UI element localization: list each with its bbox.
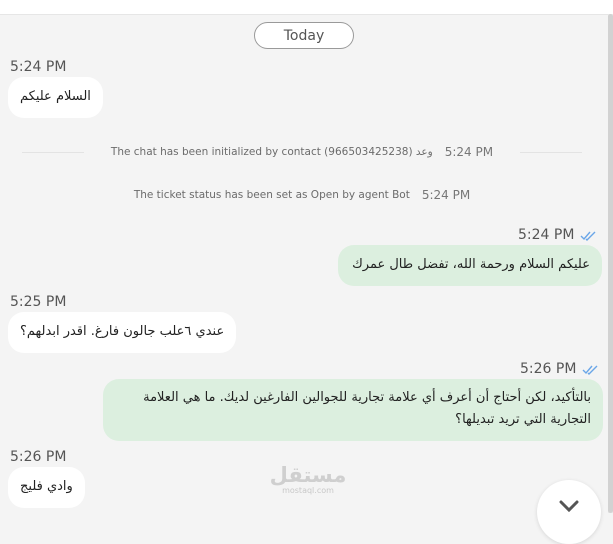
incoming-message-bubble: السلام عليكم — [8, 77, 103, 118]
scroll-to-bottom-button[interactable] — [537, 480, 601, 544]
message-timestamp: 5:26 PM — [520, 361, 599, 377]
double-check-icon — [582, 365, 598, 375]
system-message-text: The chat has been initialized by contact… — [110, 146, 433, 158]
message-text: السلام عليكم — [20, 89, 91, 104]
message-timestamp: 5:24 PM — [10, 59, 67, 75]
watermark-subtext: mostaql.com — [282, 486, 334, 495]
message-time: 5:24 PM — [518, 227, 575, 243]
chevron-down-icon — [559, 500, 579, 513]
outgoing-message-bubble: بالتأكيد، لكن أحتاج أن أعرف أي علامة تجا… — [103, 379, 603, 441]
system-message-text: The ticket status has been set as Open b… — [133, 189, 410, 201]
top-bar — [0, 0, 613, 15]
date-divider: Today — [254, 22, 354, 49]
message-text: عليكم السلام ورحمة الله، تفضل طال عمرك — [352, 257, 590, 272]
message-text: بالتأكيد، لكن أحتاج أن أعرف أي علامة تجا… — [143, 390, 591, 427]
message-text: وادي فليج — [20, 479, 73, 494]
message-timestamp: 5:26 PM — [10, 449, 67, 465]
divider-line — [22, 152, 84, 153]
system-message-time: 5:24 PM — [421, 188, 471, 202]
double-check-icon — [580, 231, 596, 241]
system-message: The chat has been initialized by contact… — [22, 143, 582, 161]
incoming-message-bubble: عندي ٦علب جالون فارغ. اقدر ابدلهم؟ — [8, 312, 237, 353]
message-text: عندي ٦علب جالون فارغ. اقدر ابدلهم؟ — [20, 324, 225, 339]
message-timestamp: 5:25 PM — [10, 294, 67, 310]
scrollbar-thumb[interactable] — [608, 14, 613, 513]
message-timestamp: 5:24 PM — [518, 227, 597, 243]
system-message-time: 5:24 PM — [444, 145, 494, 159]
incoming-message-bubble: وادي فليج — [8, 467, 85, 508]
outgoing-message-bubble: عليكم السلام ورحمة الله، تفضل طال عمرك — [338, 245, 602, 286]
divider-line — [520, 152, 582, 153]
watermark-logo: مستقل mostaql.com — [269, 464, 347, 496]
system-message: The ticket status has been set as Open b… — [22, 186, 582, 204]
watermark-text: مستقل — [269, 463, 347, 487]
message-time: 5:26 PM — [520, 361, 577, 377]
